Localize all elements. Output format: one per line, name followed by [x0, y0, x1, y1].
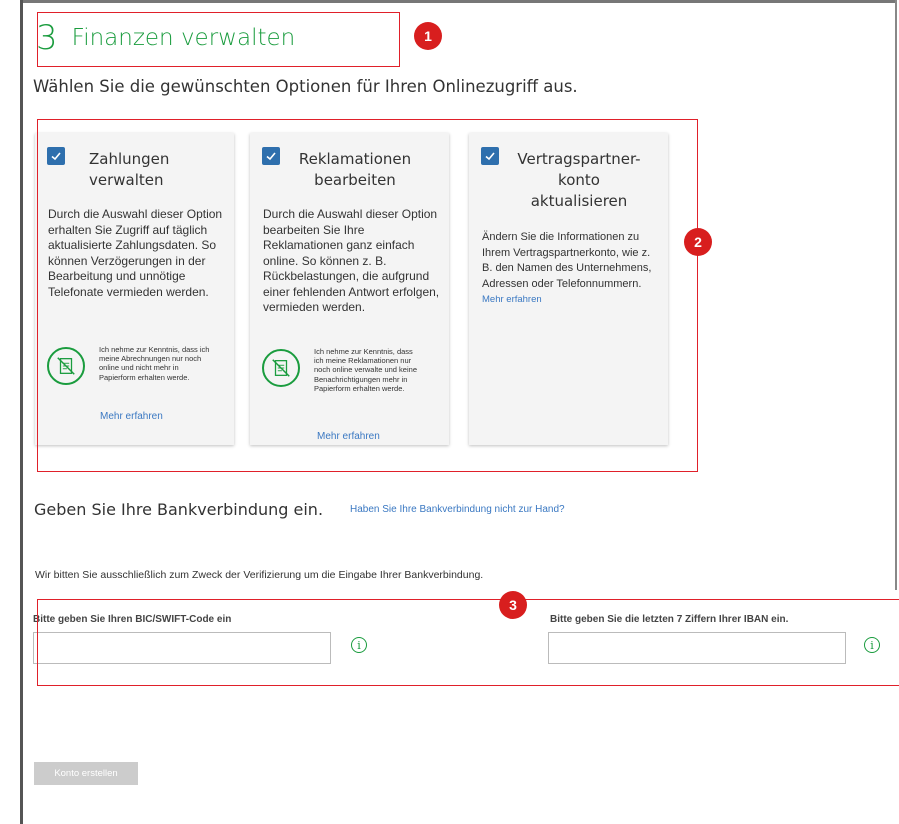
- annotation-box-2: [37, 119, 698, 472]
- annotation-badge-1: 1: [414, 22, 442, 50]
- verification-note: Wir bitten Sie ausschließlich zum Zweck …: [35, 569, 484, 581]
- annotation-badge-3: 3: [499, 591, 527, 619]
- create-account-button[interactable]: Konto erstellen: [34, 762, 138, 785]
- annotation-box-1: [37, 12, 400, 67]
- missing-bank-details-link[interactable]: Haben Sie Ihre Bankverbindung nicht zur …: [350, 504, 565, 515]
- annotation-badge-2: 2: [684, 228, 712, 256]
- annotation-box-3: [37, 599, 899, 686]
- bank-heading: Geben Sie Ihre Bankverbindung ein.: [34, 500, 324, 519]
- options-subtitle: Wählen Sie die gewünschten Optionen für …: [33, 77, 578, 96]
- frame-top-border: [20, 0, 896, 3]
- frame-right-border: [895, 0, 897, 590]
- frame-left-border: [20, 0, 23, 824]
